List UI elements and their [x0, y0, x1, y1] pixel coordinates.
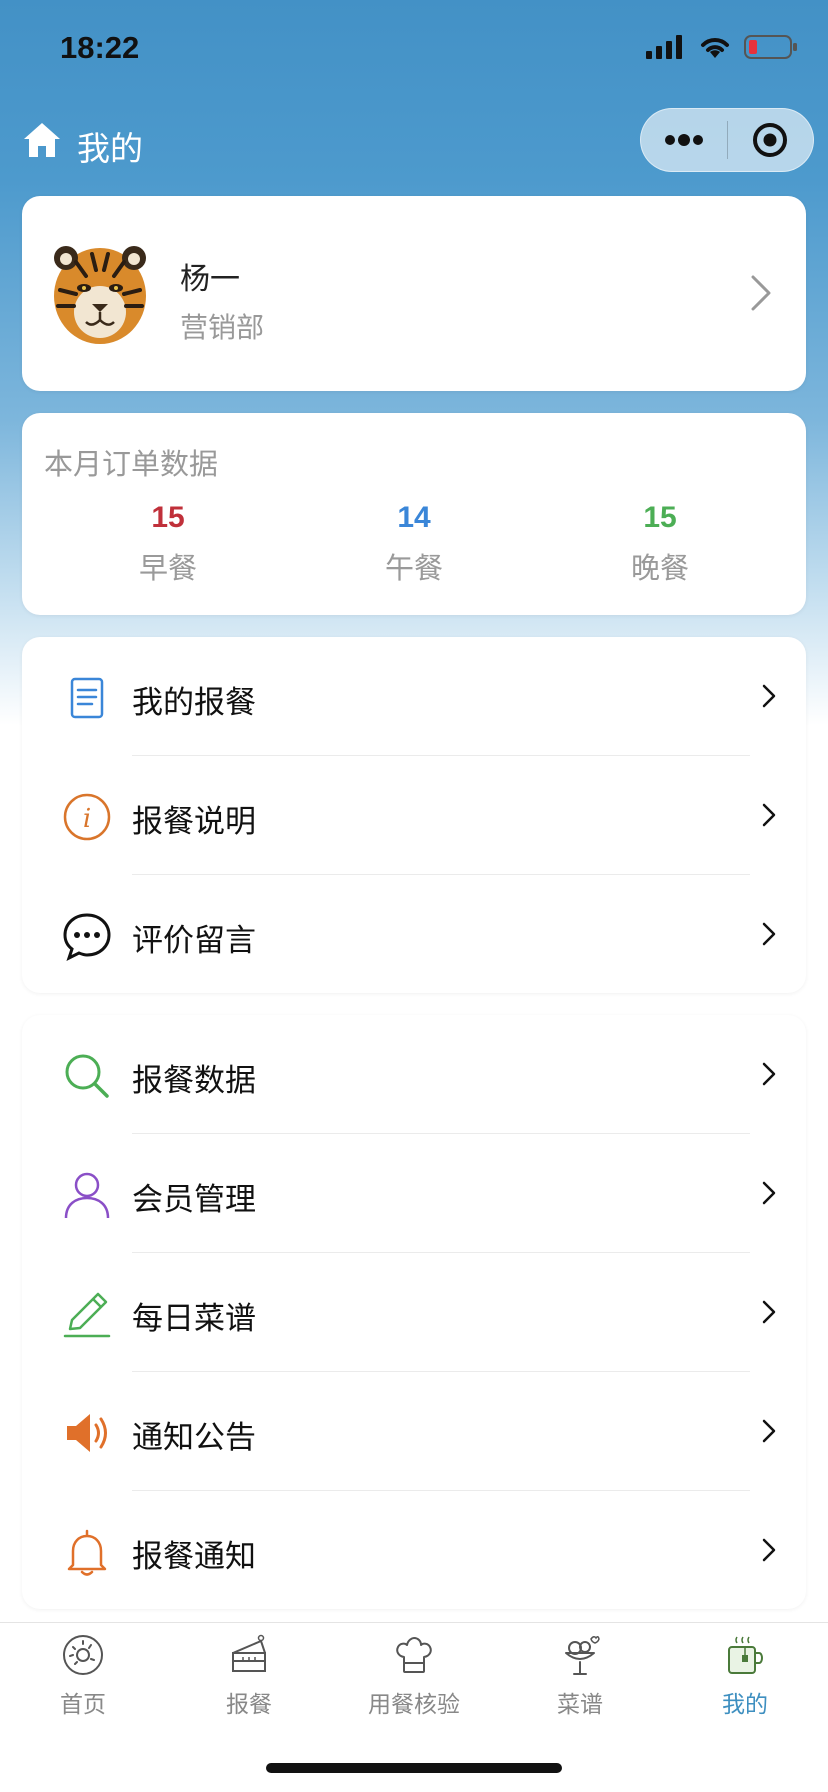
chevron-right-icon — [762, 684, 776, 708]
menu-label: 我的报餐 — [132, 685, 256, 720]
speaker-icon — [67, 1414, 107, 1452]
more-icon — [664, 134, 703, 146]
info-icon: i — [63, 793, 111, 841]
menu-label: 通知公告 — [132, 1420, 256, 1455]
tab-home[interactable]: 首页 — [0, 1633, 166, 1719]
menu-label: 报餐说明 — [132, 804, 256, 839]
stat-dinner-value: 15 — [643, 501, 677, 534]
chevron-right-icon — [762, 922, 776, 946]
signal-icon — [646, 35, 682, 59]
search-icon — [65, 1054, 109, 1098]
menu-item-member-management[interactable]: 会员管理 — [22, 1134, 806, 1253]
monthly-order-stats-card: 本月订单数据 15 早餐 14 午餐 15 晚餐 — [22, 413, 806, 615]
avatar — [54, 246, 146, 344]
donut-icon — [63, 1635, 103, 1675]
user-icon — [64, 1172, 110, 1219]
profile-card[interactable]: 杨一 营销部 — [22, 196, 806, 391]
close-button[interactable] — [728, 108, 814, 172]
menu-label: 会员管理 — [132, 1182, 256, 1217]
chevron-right-icon — [762, 1062, 776, 1086]
document-icon — [70, 677, 104, 719]
chevron-right-icon — [762, 1181, 776, 1205]
chat-icon — [63, 913, 111, 961]
pencil-icon — [63, 1292, 111, 1338]
wifi-icon — [701, 38, 729, 58]
chevron-right-icon — [762, 803, 776, 827]
tab-menu[interactable]: 菜谱 — [497, 1633, 663, 1719]
svg-text:i: i — [83, 804, 91, 834]
tab-mine[interactable]: 我的 — [662, 1633, 828, 1719]
close-icon — [753, 123, 788, 157]
tab-label: 我的 — [722, 1691, 768, 1717]
page-title: 我的 — [77, 130, 143, 167]
battery-icon — [744, 35, 797, 59]
menu-label: 报餐数据 — [132, 1063, 256, 1098]
stats-title: 本月订单数据 — [44, 449, 219, 481]
stat-lunch-label: 午餐 — [384, 553, 443, 585]
chevron-right-icon — [762, 1419, 776, 1443]
tab-meal-verification[interactable]: 用餐核验 — [331, 1633, 497, 1719]
status-icons — [646, 34, 798, 60]
menu-label: 每日菜谱 — [132, 1301, 256, 1336]
navigation-bar: 我的 — [0, 100, 828, 188]
menu-group-2: 报餐数据 会员管理 每日菜谱 通知公告 报餐通知 — [22, 1015, 806, 1609]
mini-program-capsule — [640, 108, 814, 172]
stat-lunch: 14 午餐 — [334, 501, 494, 587]
stat-breakfast: 15 早餐 — [88, 501, 248, 587]
profile-department: 营销部 — [180, 312, 265, 343]
bell-icon — [67, 1529, 107, 1576]
menu-item-daily-menu[interactable]: 每日菜谱 — [22, 1253, 806, 1372]
stat-lunch-value: 14 — [397, 501, 431, 534]
stat-breakfast-value: 15 — [151, 501, 185, 534]
menu-item-order-data[interactable]: 报餐数据 — [22, 1015, 806, 1134]
menu-item-announcements[interactable]: 通知公告 — [22, 1372, 806, 1491]
menu-item-my-orders[interactable]: 我的报餐 — [22, 637, 806, 756]
cake-icon — [232, 1634, 266, 1672]
tab-label: 报餐 — [226, 1691, 272, 1717]
home-indicator — [266, 1763, 562, 1773]
menu-label: 报餐通知 — [132, 1539, 256, 1574]
menu-label: 评价留言 — [132, 923, 256, 958]
stat-dinner-label: 晚餐 — [630, 553, 689, 585]
coffee-cup-icon — [728, 1636, 763, 1674]
home-icon[interactable] — [22, 120, 62, 160]
status-bar: 18:22 — [0, 0, 828, 100]
status-time: 18:22 — [60, 30, 140, 65]
menu-group-1: 我的报餐 i 报餐说明 评价留言 — [22, 637, 806, 993]
menu-item-order-instructions[interactable]: i 报餐说明 — [22, 756, 806, 875]
chevron-right-icon — [762, 1538, 776, 1562]
tab-label: 首页 — [60, 1691, 106, 1717]
tab-order-meal[interactable]: 报餐 — [166, 1633, 332, 1719]
menu-item-feedback[interactable]: 评价留言 — [22, 875, 806, 994]
tab-label: 菜谱 — [557, 1691, 603, 1717]
chef-hat-icon — [396, 1637, 432, 1673]
stat-breakfast-label: 早餐 — [138, 553, 197, 585]
menu-item-order-notifications[interactable]: 报餐通知 — [22, 1491, 806, 1610]
chevron-right-icon — [762, 1300, 776, 1324]
profile-name: 杨一 — [180, 263, 240, 296]
stat-dinner: 15 晚餐 — [580, 501, 740, 587]
chevron-right-icon — [751, 275, 771, 311]
more-button[interactable] — [641, 108, 727, 172]
tab-label: 用餐核验 — [368, 1691, 460, 1717]
ice-cream-icon — [565, 1635, 600, 1675]
